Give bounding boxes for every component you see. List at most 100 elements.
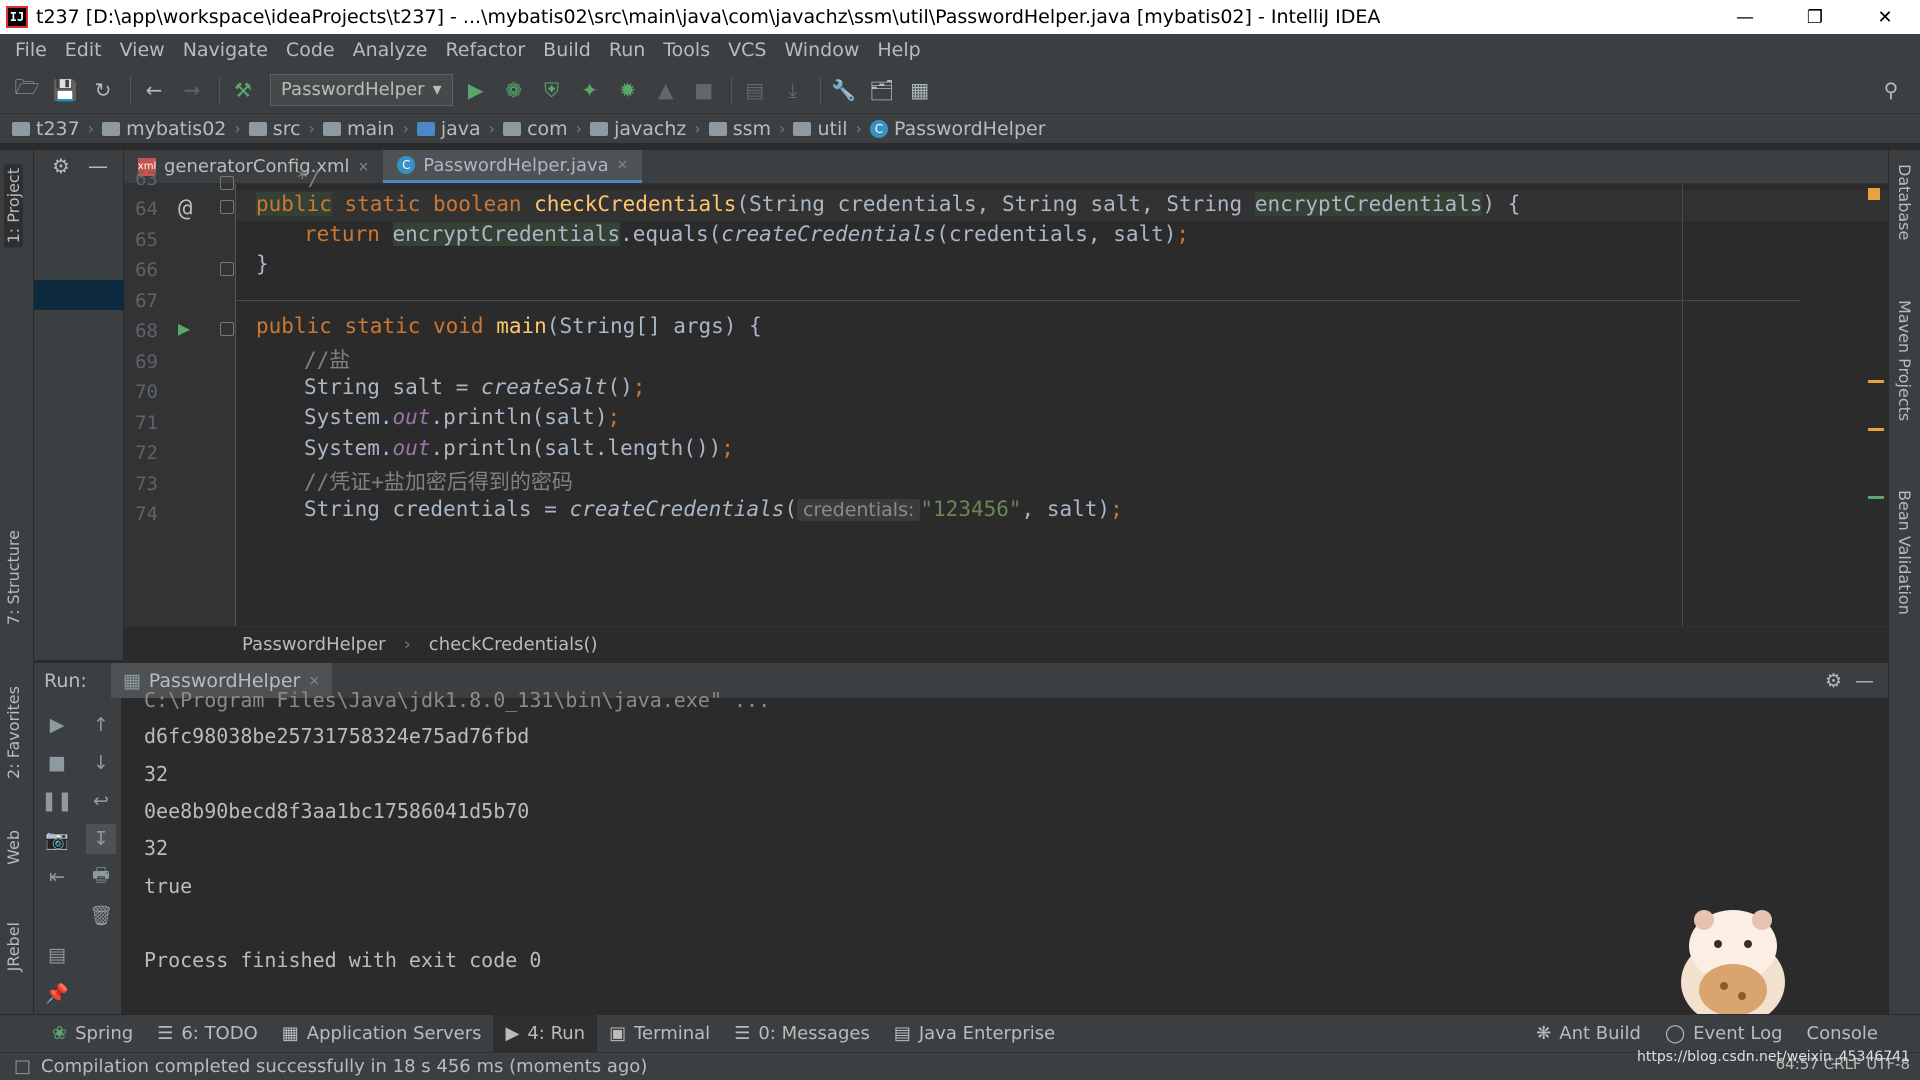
tab-application-servers[interactable]: ▦ Application Servers [270,1015,494,1053]
debug-jrebel-icon[interactable]: ✹ [611,73,645,107]
breadcrumb-class[interactable]: PasswordHelper [242,634,386,655]
breadcrumb-item[interactable]: ssm [708,118,771,140]
gear-icon[interactable]: ⚙ [52,154,70,178]
menu-view[interactable]: View [111,39,174,61]
layout-icon[interactable]: ▤ [42,940,72,970]
project-structure-icon[interactable]: 🗂 [865,73,899,107]
project-tree-selection[interactable] [34,280,124,310]
scroll-to-end-icon[interactable]: ↧ [86,824,116,854]
error-stripe-mark[interactable] [1868,428,1884,431]
maven-tool-tab[interactable]: Maven Projects [1895,300,1914,421]
breadcrumb-item[interactable]: javachz [590,118,686,140]
tab-event-log[interactable]: ◯ Event Log [1653,1015,1795,1053]
tab-java-enterprise[interactable]: ▤ Java Enterprise [882,1015,1067,1053]
restore-button[interactable]: ❐ [1780,0,1850,34]
breadcrumb-method[interactable]: checkCredentials() [429,634,598,655]
menu-analyze[interactable]: Analyze [344,39,437,61]
vcs-commit-icon[interactable]: ⤓ [776,73,810,107]
breadcrumb-item[interactable]: mybatis02 [102,118,226,140]
breadcrumb-item[interactable]: t237 [12,118,80,140]
hide-icon[interactable]: — [1855,670,1874,692]
stop-icon[interactable]: ■ [42,748,72,778]
jrebel-tool-tab[interactable]: JRebel [4,922,23,971]
breadcrumb-item[interactable]: main [322,118,394,140]
breadcrumb-item[interactable]: util [793,118,848,140]
down-arrow-icon[interactable]: ↓ [86,748,116,778]
close-tab-icon[interactable]: × [617,157,629,173]
forward-icon[interactable]: → [175,73,209,107]
stop-icon[interactable]: ■ [687,73,721,107]
save-icon[interactable]: 💾 [48,73,82,107]
soft-wrap-icon[interactable]: ↩ [86,786,116,816]
fold-marker-icon[interactable] [220,322,234,336]
toggle-tool-windows-icon[interactable]: □ [14,1056,31,1077]
run-jrebel-icon[interactable]: ✦ [573,73,607,107]
breadcrumb-item[interactable]: com [503,118,568,140]
settings-wrench-icon[interactable]: 🔧 [827,73,861,107]
print-icon[interactable]: 🖶 [86,862,116,892]
project-tool-tab[interactable]: 1: Project [4,164,23,248]
gear-icon[interactable]: ⚙ [1825,670,1842,692]
restore-layout-icon[interactable]: ⇤ [42,862,72,892]
close-tab-icon[interactable]: × [358,159,370,175]
menu-run[interactable]: Run [600,39,654,61]
back-icon[interactable]: ← [137,73,171,107]
profile-icon[interactable]: ▲ [649,73,683,107]
coverage-icon[interactable]: ⛨ [535,73,569,107]
menu-window[interactable]: Window [775,39,868,61]
build-icon[interactable]: ⚒ [226,73,260,107]
breadcrumb-item[interactable]: java [416,118,481,140]
run-icon[interactable]: ▶ [459,73,493,107]
tab-ant-build[interactable]: ❋ Ant Build [1524,1015,1653,1053]
menu-edit[interactable]: Edit [56,39,111,61]
debug-icon[interactable]: ❁ [497,73,531,107]
run-console[interactable]: C:\Program Files\Java\jdk1.8.0_131\bin\j… [122,688,1888,1014]
menu-navigate[interactable]: Navigate [174,39,277,61]
run-configuration-select[interactable]: PasswordHelper ▾ [270,73,453,106]
vcs-update-icon[interactable]: ▤ [738,73,772,107]
fold-marker-icon[interactable] [220,176,234,190]
up-arrow-icon[interactable]: ↑ [86,710,116,740]
close-button[interactable]: ✕ [1850,0,1920,34]
bean-validation-tool-tab[interactable]: Bean Validation [1895,490,1914,615]
menu-help[interactable]: Help [868,39,929,61]
rerun-icon[interactable]: ▶ [42,710,72,740]
structure-tool-tab[interactable]: 7: Structure [4,530,23,625]
web-tool-tab[interactable]: Web [4,830,23,865]
fold-marker-icon[interactable] [220,200,234,214]
menu-vcs[interactable]: VCS [719,39,775,61]
hide-icon[interactable]: — [88,154,108,178]
error-stripe-mark[interactable] [1868,380,1884,383]
tab-generator-config[interactable]: xml generatorConfig.xml × [124,150,383,183]
menu-file[interactable]: File [6,39,56,61]
tab-messages[interactable]: ☰ 0: Messages [722,1015,882,1053]
camera-icon[interactable]: 📷 [42,824,72,854]
tab-todo[interactable]: ☰ 6: TODO [145,1015,270,1053]
minimize-button[interactable]: — [1710,0,1780,34]
close-tab-icon[interactable]: × [308,673,320,689]
menu-refactor[interactable]: Refactor [436,39,534,61]
menu-code[interactable]: Code [277,39,344,61]
tab-spring[interactable]: ❀ Spring [40,1015,145,1053]
sync-icon[interactable]: ↻ [86,73,120,107]
menu-tools[interactable]: Tools [654,39,719,61]
warning-indicator-icon[interactable] [1868,188,1880,200]
run-gutter-icon[interactable]: ▶ [178,316,190,340]
open-icon[interactable]: 🗁 [10,73,44,107]
tab-terminal[interactable]: ▣ Terminal [597,1015,722,1053]
menu-build[interactable]: Build [534,39,600,61]
favorites-tool-tab[interactable]: 2: Favorites [4,686,23,779]
annotation-at-icon[interactable]: @ [178,194,192,222]
pause-icon[interactable]: ❚❚ [41,786,73,816]
breadcrumb-item[interactable]: C PasswordHelper [869,118,1046,140]
tab-password-helper[interactable]: C PasswordHelper.java × [383,150,643,183]
search-icon[interactable]: ⚲ [1874,73,1908,107]
error-stripe-mark[interactable] [1868,496,1884,499]
trash-icon[interactable]: 🗑 [86,900,116,930]
tab-run[interactable]: ▶ 4: Run [493,1014,598,1053]
database-tool-tab[interactable]: Database [1895,164,1914,240]
code-editor[interactable]: 63 64 65 66 67 68 69 70 71 72 73 74 @ ▶ … [124,166,1888,626]
sdk-icon[interactable]: ▦ [903,73,937,107]
fold-marker-icon[interactable] [220,262,234,276]
tab-console[interactable]: Console [1795,1015,1890,1053]
